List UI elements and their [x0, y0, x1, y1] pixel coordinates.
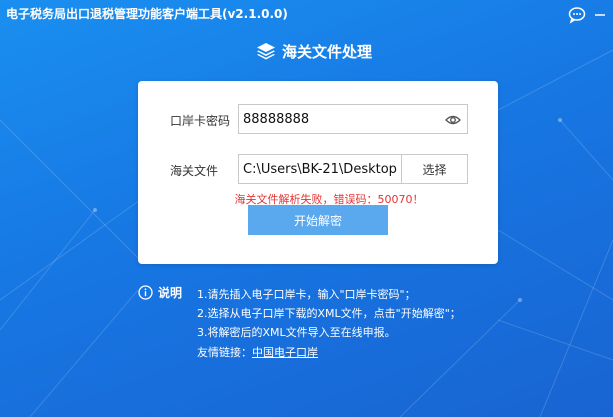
file-path-value: C:\Users\BK-21\Desktop: [243, 161, 397, 177]
start-decrypt-button[interactable]: 开始解密: [248, 205, 388, 235]
layers-icon: [257, 43, 275, 60]
friend-links-label: 友情链接：: [197, 346, 252, 359]
china-eport-link[interactable]: 中国电子口岸: [252, 346, 318, 359]
chat-button[interactable]: [566, 4, 588, 26]
file-label: 海关文件: [170, 164, 219, 178]
minimize-button[interactable]: [589, 4, 611, 26]
instructions-heading: 说明: [138, 284, 182, 301]
file-path-input[interactable]: C:\Users\BK-21\Desktop: [238, 154, 402, 184]
chat-bubble-icon: [568, 7, 586, 24]
browse-button[interactable]: 选择: [401, 154, 468, 184]
password-label: 口岸卡密码: [170, 114, 231, 128]
form-card: 口岸卡密码 88888888 海关文件 C:\Users\BK-21\Deskt…: [138, 81, 498, 264]
instruction-line: 1.请先插入电子口岸卡，输入"口岸卡密码"；: [197, 288, 416, 301]
instructions-title: 说明: [158, 286, 183, 300]
window-title: 电子税务局出口退税管理功能客户端工具(v2.1.0.0): [6, 7, 288, 21]
instruction-line: 3.将解密后的XML文件导入至在线申报。: [197, 326, 396, 339]
eye-icon[interactable]: [445, 113, 461, 127]
info-circle-icon: [138, 285, 153, 300]
friend-links: 友情链接：中国电子口岸: [197, 344, 318, 360]
instructions-panel: 说明 1.请先插入电子口岸卡，输入"口岸卡密码"； 2.选择从电子口岸下载的XM…: [138, 282, 498, 367]
page-heading: 海关文件处理: [256, 39, 372, 63]
minimize-icon: [595, 14, 605, 16]
page-title: 海关文件处理: [282, 42, 373, 61]
password-value: 88888888: [243, 111, 310, 127]
password-input[interactable]: 88888888: [238, 104, 468, 134]
instruction-line: 2.选择从电子口岸下载的XML文件，点击"开始解密"；: [197, 307, 461, 320]
